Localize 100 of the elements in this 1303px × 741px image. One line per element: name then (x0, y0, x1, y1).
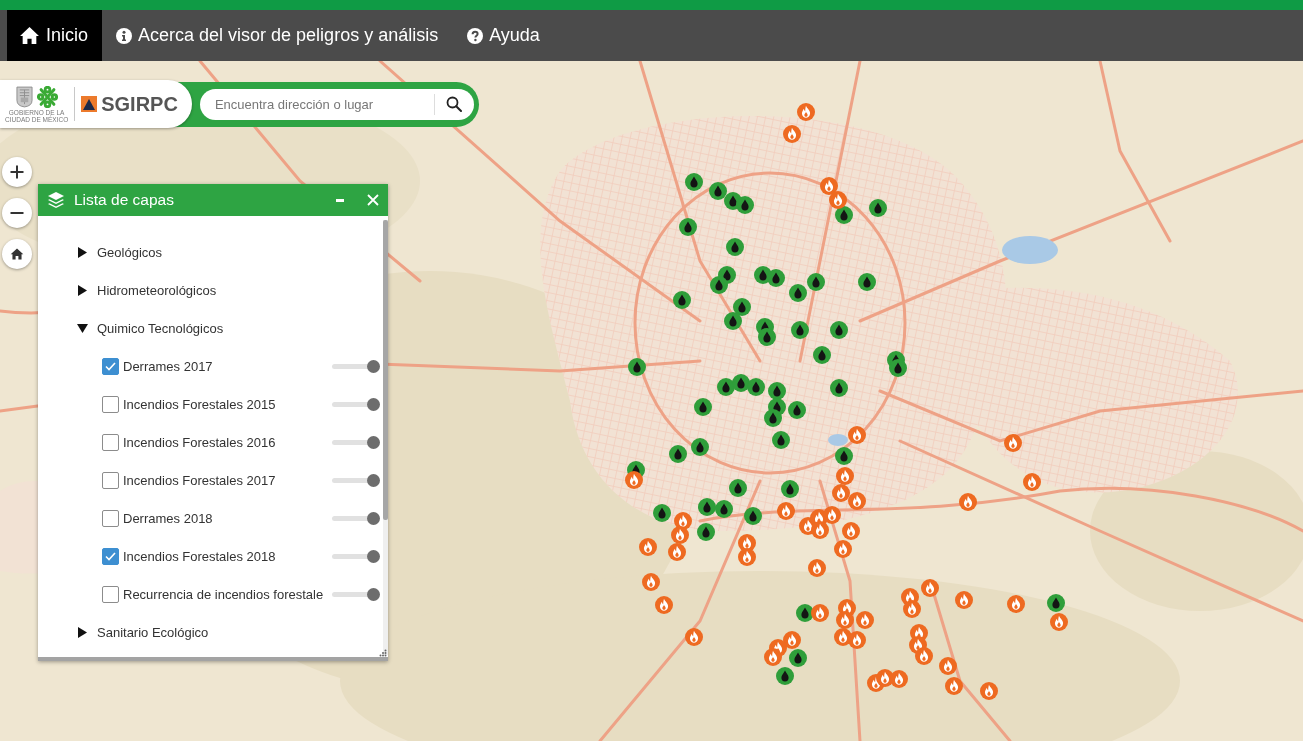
flame-marker-icon[interactable] (848, 426, 866, 444)
slider-handle[interactable] (367, 397, 380, 411)
drop-marker-icon[interactable] (697, 523, 715, 541)
nav-tab[interactable]: Ayuda (453, 10, 555, 61)
flame-marker-icon[interactable] (823, 506, 841, 524)
drop-marker-icon[interactable] (789, 649, 807, 667)
flame-marker-icon[interactable] (808, 559, 826, 577)
flame-marker-icon[interactable] (625, 471, 643, 489)
flame-marker-icon[interactable] (921, 579, 939, 597)
flame-marker-icon[interactable] (1023, 473, 1041, 491)
drop-marker-icon[interactable] (653, 504, 671, 522)
drop-marker-icon[interactable] (858, 273, 876, 291)
drop-marker-icon[interactable] (767, 269, 785, 287)
opacity-slider[interactable] (332, 549, 380, 563)
opacity-slider[interactable] (332, 397, 380, 411)
drop-marker-icon[interactable] (669, 445, 687, 463)
flame-marker-icon[interactable] (1007, 595, 1025, 613)
drop-marker-icon[interactable] (710, 276, 728, 294)
flame-marker-icon[interactable] (903, 600, 921, 618)
drop-marker-icon[interactable] (764, 409, 782, 427)
drop-marker-icon[interactable] (776, 667, 794, 685)
flame-marker-icon[interactable] (783, 125, 801, 143)
flame-marker-icon[interactable] (980, 682, 998, 700)
flame-marker-icon[interactable] (777, 502, 795, 520)
drop-marker-icon[interactable] (789, 284, 807, 302)
flame-marker-icon[interactable] (836, 467, 854, 485)
flame-marker-icon[interactable] (668, 543, 686, 561)
slider-handle[interactable] (367, 435, 380, 449)
flame-marker-icon[interactable] (783, 631, 801, 649)
drop-marker-icon[interactable] (715, 500, 733, 518)
drop-marker-icon[interactable] (709, 182, 727, 200)
drop-marker-icon[interactable] (729, 479, 747, 497)
drop-marker-icon[interactable] (835, 447, 853, 465)
drop-marker-icon[interactable] (830, 321, 848, 339)
layer-group-toggle[interactable]: Geológicos (77, 244, 163, 260)
scrollbar[interactable] (383, 220, 388, 655)
layer-checkbox[interactable] (102, 433, 119, 451)
drop-marker-icon[interactable] (698, 498, 716, 516)
layer-group-toggle[interactable]: Sanitario Ecológico (77, 624, 209, 640)
layer-checkbox[interactable] (102, 357, 119, 375)
layer-checkbox[interactable] (102, 509, 119, 527)
flame-marker-icon[interactable] (811, 604, 829, 622)
drop-marker-icon[interactable] (1047, 594, 1065, 612)
flame-marker-icon[interactable] (639, 538, 657, 556)
flame-marker-icon[interactable] (797, 103, 815, 121)
drop-marker-icon[interactable] (791, 321, 809, 339)
drop-marker-icon[interactable] (691, 438, 709, 456)
drop-marker-icon[interactable] (685, 173, 703, 191)
slider-handle[interactable] (367, 511, 380, 525)
nav-tab[interactable]: Inicio (7, 10, 103, 61)
drop-marker-icon[interactable] (869, 199, 887, 217)
flame-marker-icon[interactable] (1004, 434, 1022, 452)
flame-marker-icon[interactable] (915, 647, 933, 665)
layer-checkbox[interactable] (102, 547, 119, 565)
flame-marker-icon[interactable] (834, 540, 852, 558)
drop-marker-icon[interactable] (772, 431, 790, 449)
layer-checkbox[interactable] (102, 471, 119, 489)
resize-grip-icon[interactable] (379, 649, 387, 657)
drop-marker-icon[interactable] (694, 398, 712, 416)
opacity-slider[interactable] (332, 587, 380, 601)
layer-checkbox[interactable] (102, 395, 119, 413)
flame-marker-icon[interactable] (671, 526, 689, 544)
drop-marker-icon[interactable] (733, 298, 751, 316)
flame-marker-icon[interactable] (959, 493, 977, 511)
flame-marker-icon[interactable] (811, 521, 829, 539)
drop-marker-icon[interactable] (807, 273, 825, 291)
flame-marker-icon[interactable] (842, 522, 860, 540)
slider-handle[interactable] (367, 587, 380, 601)
drop-marker-icon[interactable] (628, 358, 646, 376)
drop-marker-icon[interactable] (736, 196, 754, 214)
flame-marker-icon[interactable] (945, 677, 963, 695)
nav-tab[interactable]: Acerca del visor de peligros y análisis (102, 10, 454, 61)
layer-group-toggle[interactable]: Hidrometeorológicos (77, 282, 217, 298)
drop-marker-icon[interactable] (679, 218, 697, 236)
slider-handle[interactable] (367, 473, 380, 487)
drop-marker-icon[interactable] (768, 382, 786, 400)
drop-marker-icon[interactable] (732, 374, 750, 392)
search-field[interactable]: Encuentra dirección o lugar (199, 88, 434, 120)
drop-marker-icon[interactable] (717, 378, 735, 396)
flame-marker-icon[interactable] (848, 492, 866, 510)
flame-marker-icon[interactable] (642, 573, 660, 591)
flame-marker-icon[interactable] (764, 648, 782, 666)
drop-marker-icon[interactable] (813, 346, 831, 364)
flame-marker-icon[interactable] (738, 548, 756, 566)
layer-group-toggle[interactable]: Quimico Tecnológicos (77, 320, 224, 336)
drop-marker-icon[interactable] (673, 291, 691, 309)
slider-handle[interactable] (367, 359, 380, 373)
opacity-slider[interactable] (332, 435, 380, 449)
flame-marker-icon[interactable] (848, 631, 866, 649)
drop-marker-icon[interactable] (830, 379, 848, 397)
layer-checkbox[interactable] (102, 585, 119, 603)
search-button[interactable] (433, 88, 474, 120)
flame-marker-icon[interactable] (832, 484, 850, 502)
drop-marker-icon[interactable] (724, 312, 742, 330)
drop-marker-icon[interactable] (788, 401, 806, 419)
flame-marker-icon[interactable] (685, 628, 703, 646)
drop-marker-icon[interactable] (726, 238, 744, 256)
flame-marker-icon[interactable] (829, 191, 847, 209)
scrollbar-thumb[interactable] (383, 220, 388, 520)
flame-marker-icon[interactable] (955, 591, 973, 609)
